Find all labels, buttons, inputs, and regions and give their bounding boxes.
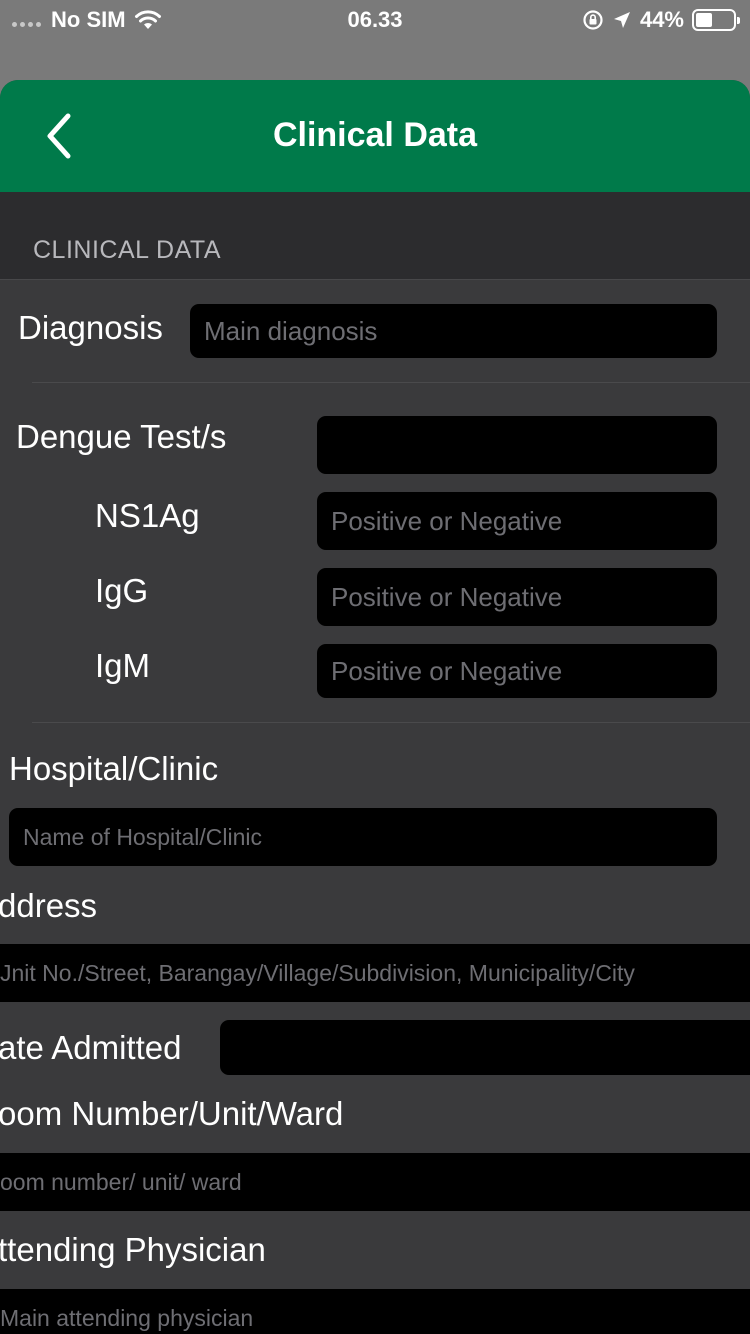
physician-label: ttending Physician — [0, 1231, 266, 1268]
ns1ag-label: NS1Ag — [95, 497, 200, 534]
dengue-test-label: Dengue Test/s — [16, 418, 227, 455]
status-right: 44% — [582, 7, 740, 33]
igg-input[interactable] — [317, 568, 717, 626]
hospital-input[interactable] — [9, 808, 717, 866]
section-header: CLINICAL DATA — [33, 236, 222, 264]
orientation-lock-icon — [583, 10, 603, 30]
date-admitted-input[interactable] — [220, 1020, 750, 1075]
date-admitted-label: ate Admitted — [0, 1029, 182, 1066]
hospital-label: Hospital/Clinic — [9, 750, 219, 787]
page-title: Clinical Data — [272, 116, 478, 154]
dengue-test-input[interactable] — [317, 416, 717, 474]
physician-input[interactable] — [0, 1289, 750, 1334]
igm-label: IgM — [95, 647, 151, 684]
separator — [32, 382, 750, 383]
igm-input[interactable] — [317, 644, 717, 698]
status-bar: No SIM 06.33 44% — [0, 0, 750, 40]
ns1ag-input[interactable] — [317, 492, 717, 550]
navigation-bar: Clinical Data — [0, 80, 750, 192]
battery-percentage: 44% — [639, 7, 684, 32]
location-arrow-icon — [613, 12, 630, 28]
section-header-strip: CLINICAL DATA — [0, 192, 750, 280]
address-label: ddress — [0, 887, 98, 924]
room-label: oom Number/Unit/Ward — [0, 1095, 344, 1132]
separator — [32, 722, 750, 723]
modal-sheet: Clinical Data CLINICAL DATA Diagnosis De… — [0, 80, 750, 1334]
battery-icon — [692, 9, 740, 31]
diagnosis-input[interactable] — [190, 304, 717, 358]
address-input[interactable] — [0, 944, 750, 1002]
diagnosis-label: Diagnosis — [18, 309, 163, 346]
room-input[interactable] — [0, 1153, 750, 1211]
igg-label: IgG — [95, 572, 149, 609]
battery-fill — [696, 13, 712, 27]
